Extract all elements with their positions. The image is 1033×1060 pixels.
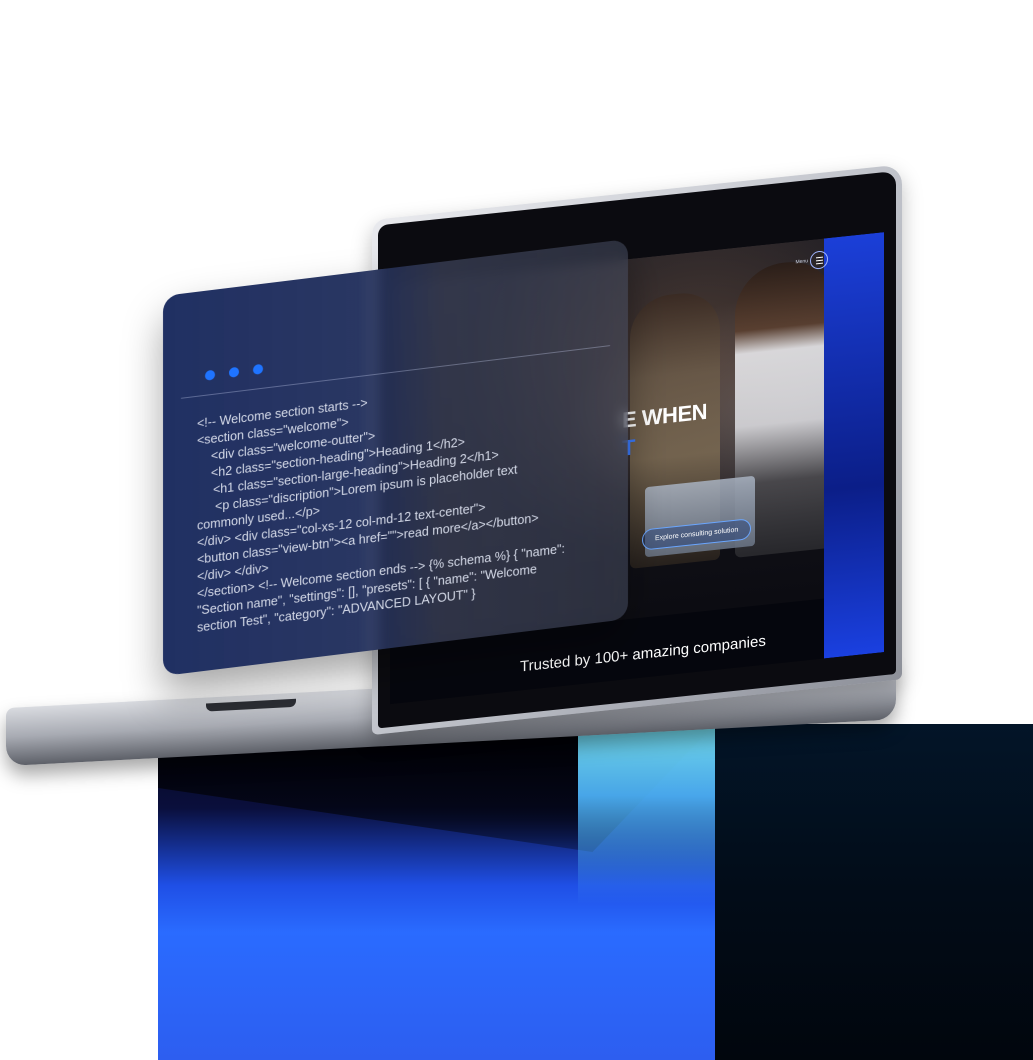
- pedestal: [158, 724, 1033, 1060]
- code-panel: <!-- Welcome section starts --> <section…: [163, 238, 628, 676]
- code-snippet: <!-- Welcome section starts --> <section…: [197, 367, 597, 637]
- hamburger-icon: [815, 256, 823, 264]
- pedestal-side: [715, 724, 1033, 1060]
- window-dot-icon: [205, 369, 215, 381]
- window-dot-icon: [229, 366, 239, 378]
- trusted-by-text: Trusted by 100+ amazing companies: [520, 632, 766, 676]
- window-dot-icon: [253, 363, 263, 375]
- laptop-notch: [206, 698, 296, 712]
- pedestal-glow: [578, 724, 715, 904]
- screen-accent-edge: [824, 232, 884, 659]
- window-controls: [205, 363, 263, 381]
